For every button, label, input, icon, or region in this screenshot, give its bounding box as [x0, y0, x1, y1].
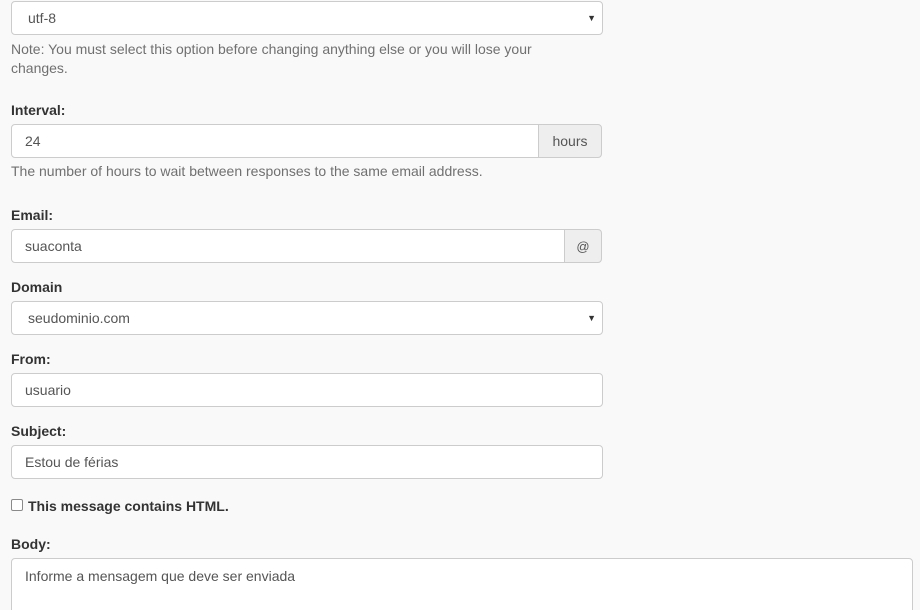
body-textarea-value: Informe a mensagem que deve ser enviada: [25, 568, 296, 584]
interval-input-value: 24: [25, 133, 41, 149]
charset-select-value: utf-8: [28, 10, 57, 26]
from-label: From:: [11, 351, 51, 367]
interval-help: The number of hours to wait between resp…: [11, 163, 483, 179]
interval-unit-label: hours: [552, 133, 588, 149]
subject-input[interactable]: Estou de férias: [11, 445, 603, 479]
email-input[interactable]: suaconta: [11, 229, 565, 263]
autoresponder-form: utf-8 ▼ Note: You must select this optio…: [0, 0, 920, 610]
email-input-value: suaconta: [25, 238, 82, 254]
at-sign-icon: @: [576, 238, 590, 254]
from-input-value: usuario: [25, 382, 71, 398]
body-textarea[interactable]: Informe a mensagem que deve ser enviada: [11, 558, 913, 610]
at-sign-addon: @: [564, 229, 602, 263]
domain-select[interactable]: seudominio.com ▼: [11, 301, 603, 335]
interval-unit-addon: hours: [538, 124, 602, 158]
interval-label: Interval:: [11, 102, 66, 118]
interval-input[interactable]: 24: [11, 124, 539, 158]
chevron-down-icon: ▼: [587, 13, 596, 23]
chevron-down-icon: ▼: [587, 313, 596, 323]
charset-note: Note: You must select this option before…: [11, 41, 532, 76]
body-label: Body:: [11, 536, 51, 552]
email-label: Email:: [11, 207, 54, 223]
domain-label: Domain: [11, 279, 63, 295]
charset-select[interactable]: utf-8 ▼: [11, 1, 603, 35]
from-input[interactable]: usuario: [11, 373, 603, 407]
subject-label: Subject:: [11, 423, 67, 439]
html-checkbox[interactable]: [11, 499, 23, 511]
html-checkbox-label[interactable]: This message contains HTML.: [28, 497, 229, 515]
domain-select-value: seudominio.com: [28, 310, 130, 326]
subject-input-value: Estou de férias: [25, 454, 119, 470]
